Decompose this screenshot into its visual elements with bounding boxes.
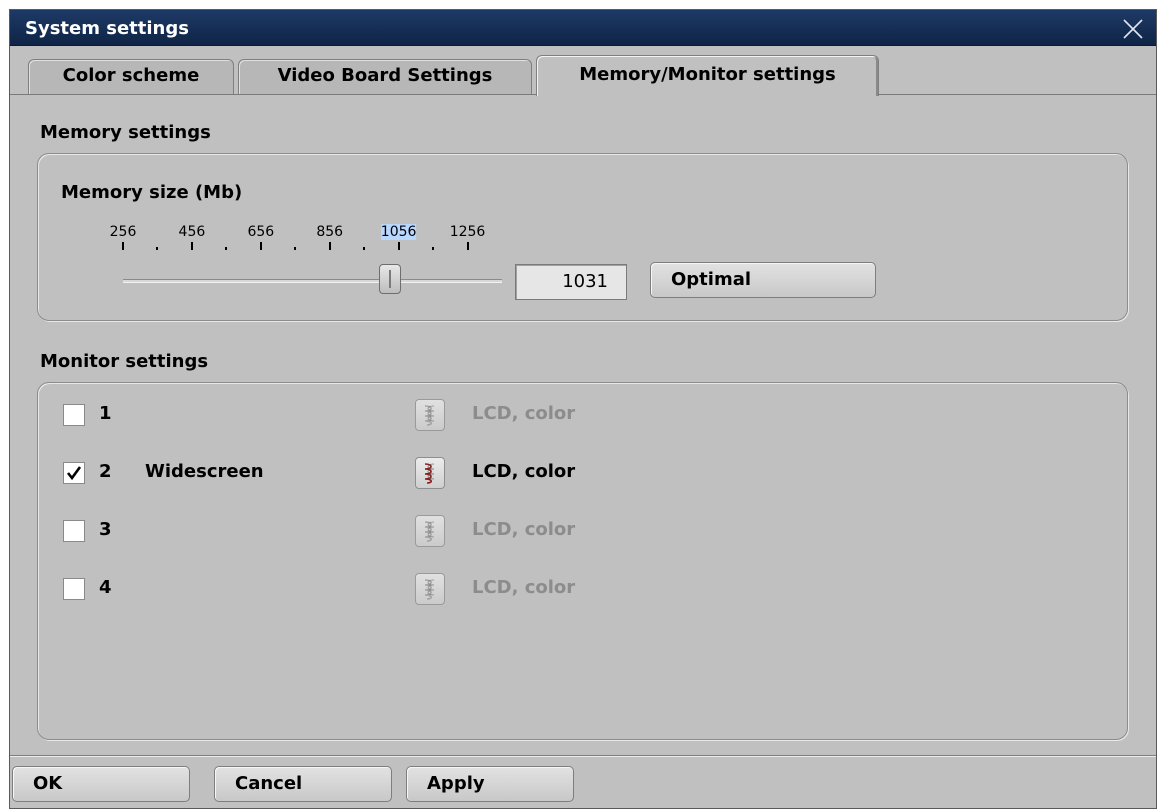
- slider-tick-label: 1256: [449, 224, 486, 240]
- apply-button[interactable]: Apply: [406, 766, 574, 802]
- monitor-number: 1: [99, 403, 112, 424]
- tab-label: Video Board Settings: [277, 65, 493, 86]
- memory-size-label: Memory size (Mb): [61, 182, 243, 203]
- title-bar[interactable]: System settings: [10, 10, 1156, 46]
- monitor-number: 4: [99, 577, 112, 598]
- monitor-checkbox[interactable]: [63, 404, 85, 426]
- slider-minor-tick: [294, 247, 297, 250]
- monitor-number: 3: [99, 519, 112, 540]
- tab-video-board-settings[interactable]: Video Board Settings: [238, 59, 532, 95]
- ok-button-label: OK: [33, 773, 63, 794]
- slider-minor-tick: [156, 247, 159, 250]
- monitor-settings-heading: Monitor settings: [40, 351, 209, 372]
- monitor-type-button[interactable]: [415, 457, 445, 489]
- monitor-type-button[interactable]: [415, 399, 445, 431]
- slider-major-tick: [122, 242, 124, 250]
- tab-label: Color scheme: [62, 65, 200, 86]
- slider-major-tick: [259, 242, 262, 250]
- close-button[interactable]: [1122, 18, 1144, 40]
- slider-tick-label: 856: [316, 224, 344, 240]
- slider-track[interactable]: [123, 279, 502, 283]
- apply-button-label: Apply: [427, 773, 485, 794]
- slider-tick-label: 256: [109, 224, 137, 240]
- monitor-settings-group: 1 LCD, color 2 Widescreen LCD, color 3 LCD, co…: [37, 382, 1128, 740]
- slider-minor-tick: [225, 247, 228, 250]
- tab-label: Memory/Monitor settings: [579, 64, 836, 85]
- slider-tick-label: 656: [247, 224, 275, 240]
- slider-major-tick: [190, 242, 193, 250]
- memory-size-slider[interactable]: 256 456 656 856 1056 1256: [38, 224, 518, 304]
- tab-strip: Color scheme Video Board Settings Memory…: [10, 47, 1156, 96]
- slider-tick-label: 456: [178, 224, 206, 240]
- tab-color-scheme[interactable]: Color scheme: [28, 59, 234, 95]
- system-settings-window: System settings Color scheme Video Board…: [9, 9, 1157, 809]
- monitor-name: Widescreen: [145, 461, 264, 482]
- slider-minor-tick: [432, 247, 435, 250]
- monitor-type-label: LCD, color: [472, 461, 576, 482]
- slider-major-tick: [328, 242, 331, 250]
- optimal-button-label: Optimal: [671, 269, 752, 290]
- monitor-icon: [424, 579, 435, 600]
- optimal-button[interactable]: Optimal: [650, 262, 876, 298]
- monitor-icon: [424, 405, 435, 426]
- monitor-type-label: LCD, color: [472, 577, 576, 598]
- slider-tick-label: 1056: [380, 224, 417, 240]
- close-icon: [1123, 19, 1143, 39]
- cancel-button[interactable]: Cancel: [214, 766, 392, 802]
- tab-memory-monitor-settings[interactable]: Memory/Monitor settings: [536, 55, 879, 96]
- memory-settings-heading: Memory settings: [40, 122, 211, 143]
- checkmark-icon: [66, 466, 82, 481]
- monitor-checkbox[interactable]: [63, 578, 85, 600]
- monitor-type-button[interactable]: [415, 515, 445, 547]
- monitor-icon: [424, 463, 435, 484]
- slider-thumb[interactable]: [379, 264, 402, 294]
- monitor-number: 2: [99, 461, 112, 482]
- monitor-checkbox[interactable]: [63, 520, 85, 542]
- monitor-checkbox[interactable]: [63, 462, 85, 484]
- slider-major-tick: [397, 242, 400, 250]
- slider-minor-tick: [363, 247, 366, 250]
- monitor-type-label: LCD, color: [472, 519, 576, 540]
- cancel-button-label: Cancel: [235, 773, 303, 794]
- monitor-type-button[interactable]: [415, 573, 445, 605]
- dialog-footer: OK Cancel Apply: [10, 755, 1156, 808]
- window-title: System settings: [25, 18, 189, 39]
- slider-major-tick: [466, 242, 469, 250]
- monitor-type-label: LCD, color: [472, 403, 576, 424]
- monitor-icon: [424, 521, 435, 542]
- ok-button[interactable]: OK: [12, 766, 190, 802]
- memory-settings-group: Memory size (Mb) 256 456 656 856 1056 1256 10…: [37, 153, 1128, 321]
- memory-size-value[interactable]: 1031: [515, 264, 627, 300]
